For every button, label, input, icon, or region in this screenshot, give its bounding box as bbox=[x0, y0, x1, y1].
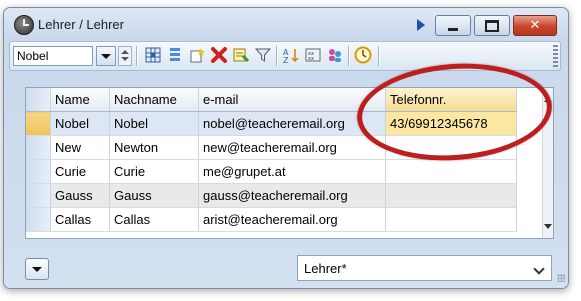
cell-nachname[interactable]: Curie bbox=[109, 159, 199, 184]
cell-email[interactable]: new@teacheremail.org bbox=[198, 135, 386, 160]
clock-icon[interactable] bbox=[354, 46, 372, 64]
maximize-button[interactable] bbox=[474, 15, 510, 36]
row-selector-header[interactable] bbox=[26, 88, 51, 112]
toolbar-separator bbox=[378, 46, 380, 66]
cell-telefon[interactable] bbox=[385, 159, 517, 184]
cell-name[interactable]: New bbox=[50, 135, 110, 160]
element-selector-value: Nobel bbox=[17, 49, 49, 63]
column-header-name[interactable]: Name bbox=[50, 88, 110, 112]
element-selector[interactable]: Nobel bbox=[13, 46, 93, 66]
column-header-email[interactable]: e-mail bbox=[198, 88, 386, 112]
row-selector[interactable] bbox=[26, 111, 51, 136]
delete-icon[interactable] bbox=[210, 46, 228, 64]
new-record-icon[interactable] bbox=[188, 46, 206, 64]
row-selector[interactable] bbox=[26, 135, 51, 160]
minimize-icon bbox=[448, 27, 458, 31]
row-selector[interactable] bbox=[26, 159, 51, 184]
svg-text:xx: xx bbox=[308, 56, 314, 62]
grid-settings-icon[interactable] bbox=[144, 46, 162, 64]
list-icon[interactable] bbox=[166, 46, 184, 64]
clock-app-icon bbox=[14, 15, 34, 35]
cell-nachname[interactable]: Newton bbox=[109, 135, 199, 160]
lehrer-window: Lehrer / Lehrer ✕ Nobel A Z xx xx Name N… bbox=[3, 7, 569, 289]
table-row[interactable]: Gauss Gauss gauss@teacheremail.org bbox=[26, 183, 517, 208]
row-selector[interactable] bbox=[26, 183, 51, 208]
cell-nachname[interactable]: Callas bbox=[109, 207, 199, 232]
toolbar-separator bbox=[276, 46, 278, 66]
scroll-down-icon[interactable] bbox=[544, 224, 552, 229]
cell-name[interactable]: Nobel bbox=[50, 111, 110, 136]
cell-email[interactable]: me@grupet.at bbox=[198, 159, 386, 184]
chevron-down-icon bbox=[101, 53, 111, 59]
table-row[interactable]: Callas Callas arist@teacheremail.org bbox=[26, 207, 517, 232]
play-icon bbox=[417, 18, 425, 31]
toolbar-grip[interactable] bbox=[553, 45, 558, 67]
view-selector[interactable]: Lehrer* bbox=[297, 255, 552, 281]
cell-telefon[interactable] bbox=[385, 207, 517, 232]
cell-name[interactable]: Callas bbox=[50, 207, 110, 232]
people-icon[interactable] bbox=[326, 46, 344, 64]
title-bar[interactable]: Lehrer / Lehrer ✕ bbox=[4, 8, 568, 42]
minimize-button[interactable] bbox=[435, 15, 471, 36]
resize-grip-icon[interactable] bbox=[557, 274, 565, 282]
filter-icon[interactable] bbox=[254, 46, 272, 64]
column-header-nachname[interactable]: Nachname bbox=[109, 88, 199, 112]
toolbar-separator bbox=[136, 46, 138, 66]
close-button[interactable]: ✕ bbox=[513, 15, 557, 36]
chevron-down-icon bbox=[533, 263, 545, 275]
cell-nachname[interactable]: Gauss bbox=[109, 183, 199, 208]
svg-text:Z: Z bbox=[283, 56, 289, 63]
chevron-down-icon bbox=[32, 266, 42, 272]
keypad-icon[interactable]: xx xx bbox=[304, 46, 322, 64]
cell-name[interactable]: Gauss bbox=[50, 183, 110, 208]
cell-email[interactable]: arist@teacheremail.org bbox=[198, 207, 386, 232]
view-selector-value: Lehrer* bbox=[304, 261, 347, 276]
element-spinner[interactable] bbox=[118, 46, 132, 66]
report-icon[interactable] bbox=[232, 46, 250, 64]
cell-nachname[interactable]: Nobel bbox=[109, 111, 199, 136]
toolbar-separator bbox=[348, 46, 350, 66]
layout-menu-button[interactable] bbox=[25, 258, 49, 280]
element-selector-dropdown-button[interactable] bbox=[96, 46, 116, 66]
cell-email[interactable]: gauss@teacheremail.org bbox=[198, 183, 386, 208]
table-row[interactable]: Curie Curie me@grupet.at bbox=[26, 159, 517, 184]
close-icon: ✕ bbox=[529, 18, 541, 33]
row-selector[interactable] bbox=[26, 207, 51, 232]
window-title: Lehrer / Lehrer bbox=[38, 17, 124, 32]
sort-icon[interactable]: AZ bbox=[282, 46, 300, 64]
run-arrow-button[interactable] bbox=[413, 15, 429, 34]
maximize-icon bbox=[485, 19, 499, 32]
cell-telefon[interactable] bbox=[385, 183, 517, 208]
cell-name[interactable]: Curie bbox=[50, 159, 110, 184]
